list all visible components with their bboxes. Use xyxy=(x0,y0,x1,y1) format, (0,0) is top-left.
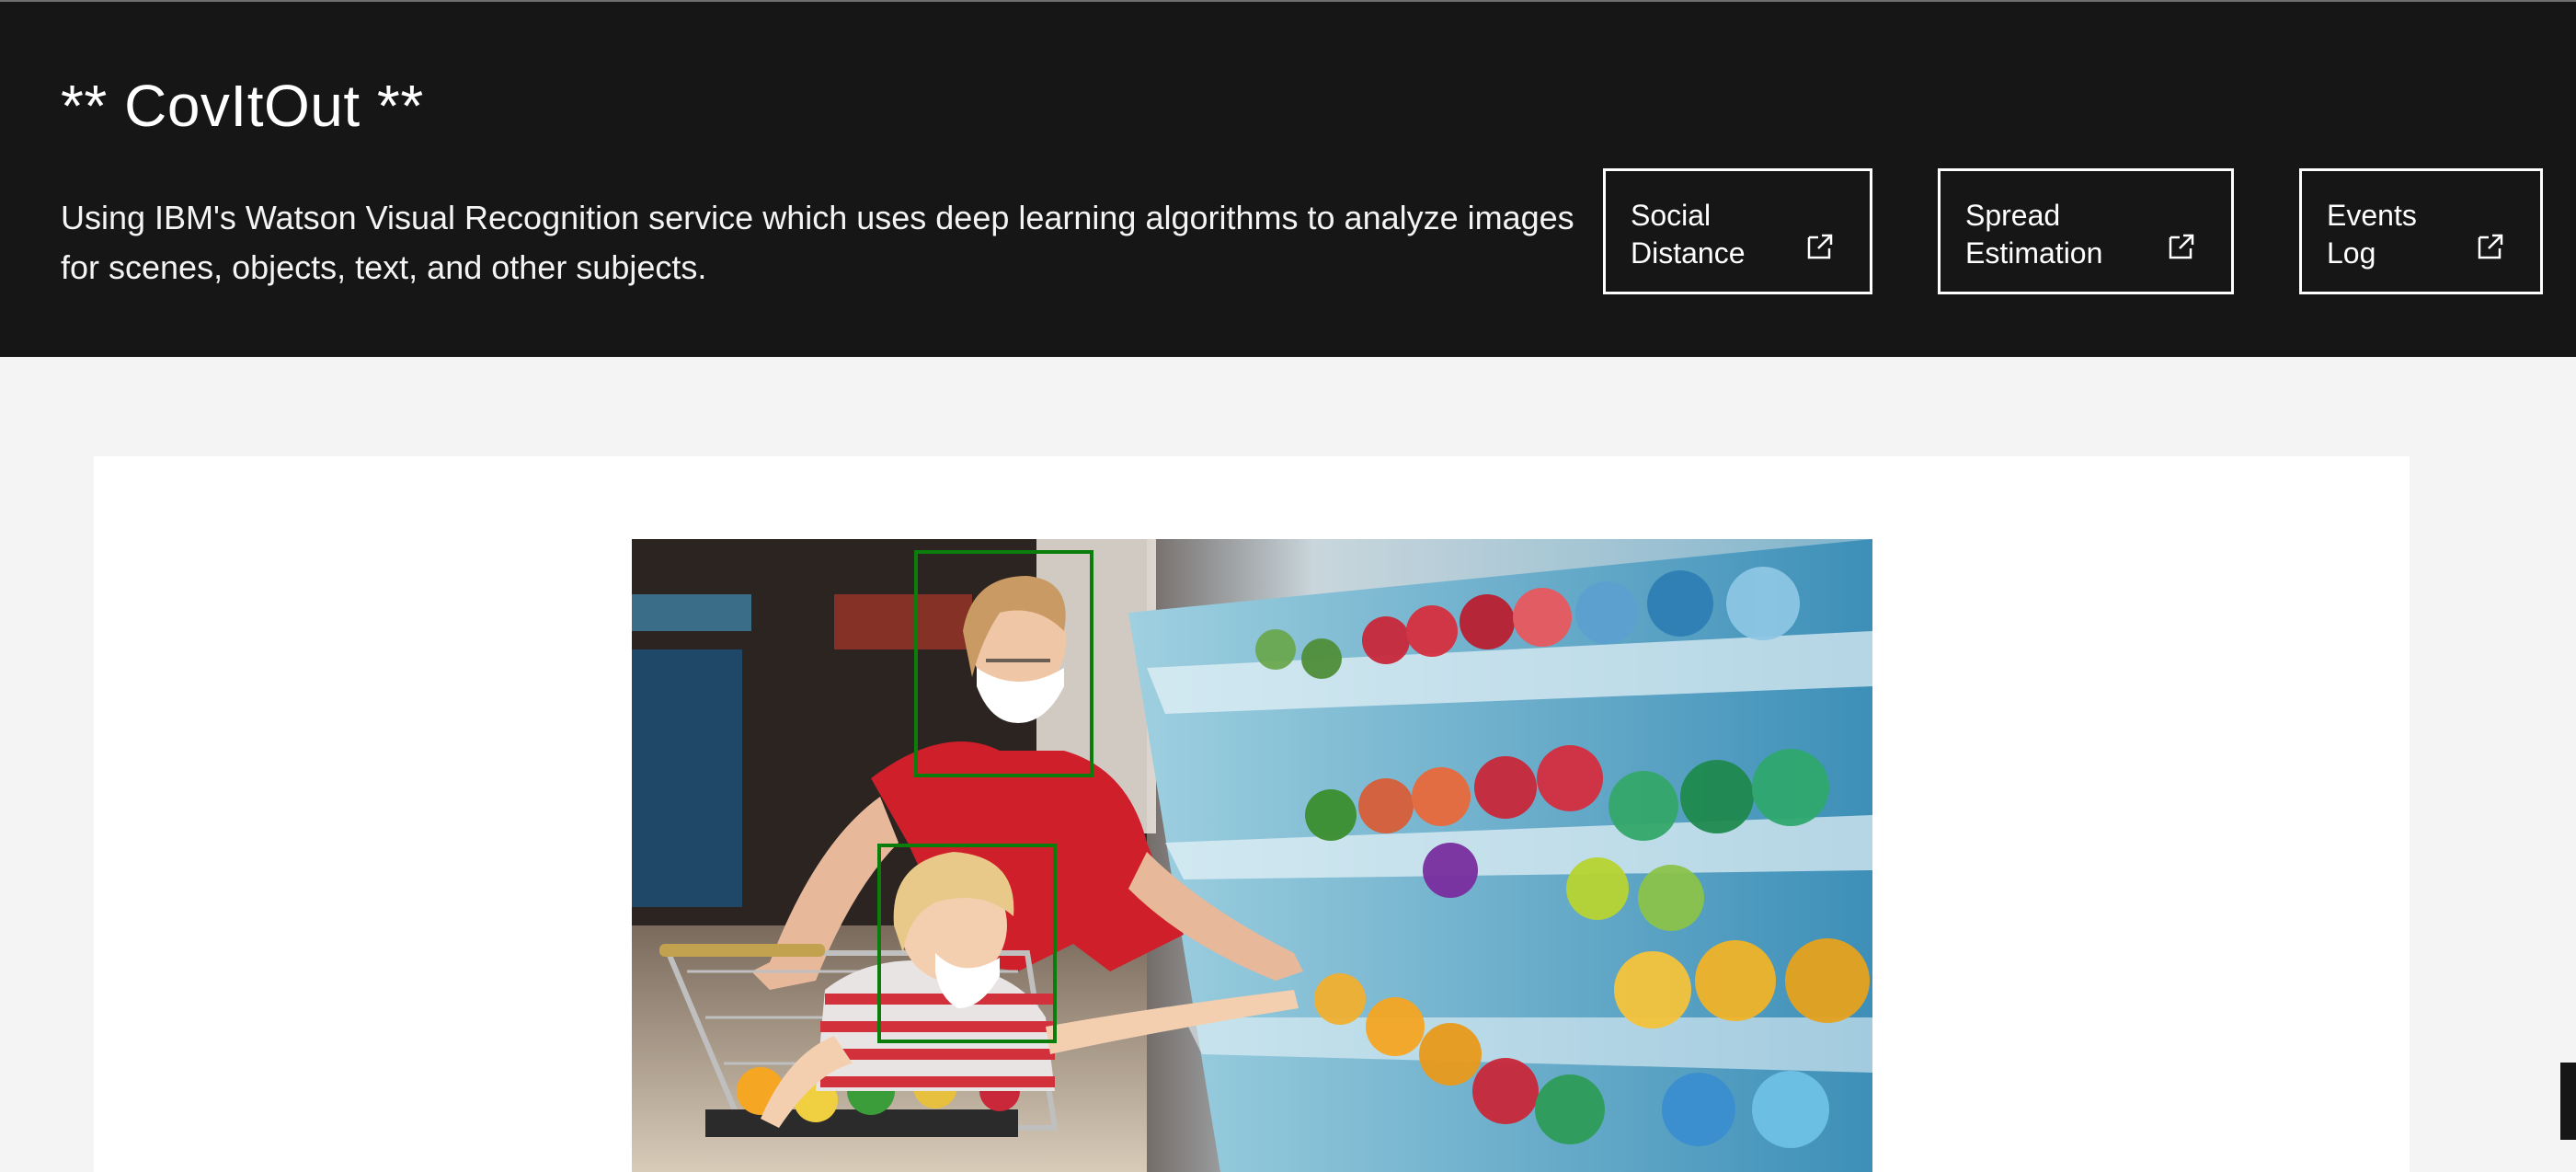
app-header: ** CovItOut ** Using IBM's Watson Visual… xyxy=(0,0,2576,357)
external-link-icon xyxy=(2169,234,2194,259)
face-detection-box-adult xyxy=(914,550,1093,777)
spread-estimation-link-button[interactable]: Spread Estimation xyxy=(1938,168,2234,294)
social-distance-link-button[interactable]: Social Distance xyxy=(1603,168,1872,294)
page-title: ** CovItOut ** xyxy=(61,73,424,139)
supermarket-photo xyxy=(632,539,1872,1172)
external-link-icon xyxy=(1807,234,1833,259)
analyzed-image xyxy=(632,539,1872,1172)
social-distance-label: Social Distance xyxy=(1631,199,1746,270)
page-description: Using IBM's Watson Visual Recognition se… xyxy=(61,199,1574,286)
events-log-label: Events Log xyxy=(2327,199,2417,270)
spread-estimation-label: Spread Estimation xyxy=(1965,199,2103,270)
side-scroll-tab[interactable] xyxy=(2560,1063,2576,1140)
face-detection-box-child xyxy=(877,844,1057,1043)
events-log-link-button[interactable]: Events Log xyxy=(2299,168,2543,294)
external-link-icon xyxy=(2478,234,2503,259)
